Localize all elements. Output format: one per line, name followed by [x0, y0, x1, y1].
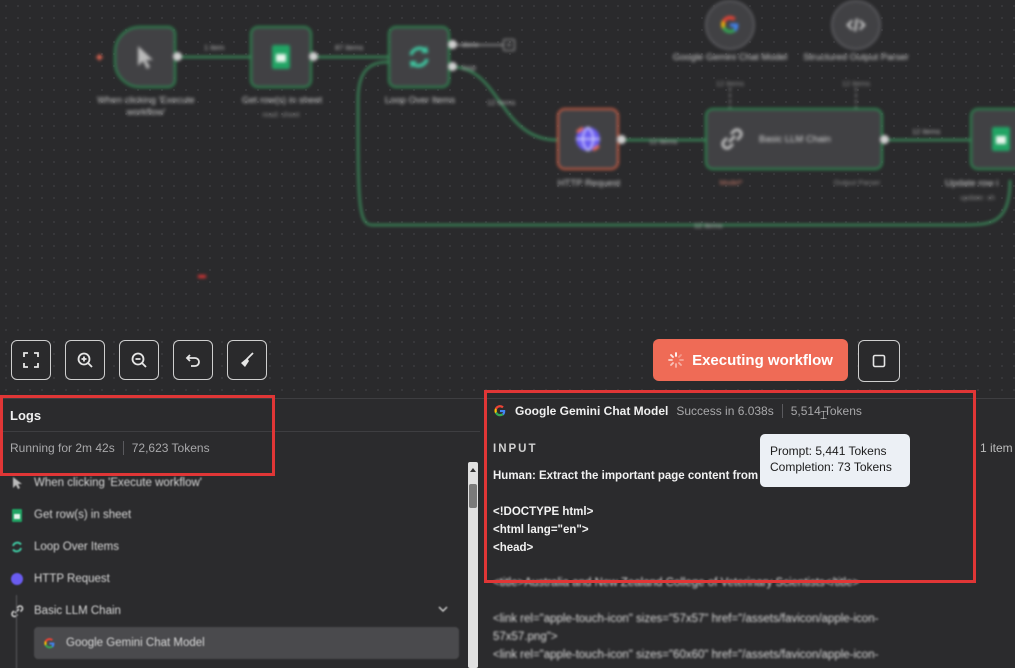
- execute-workflow-label: Executing workflow: [692, 351, 833, 369]
- port: [617, 135, 626, 144]
- execute-workflow-button[interactable]: Executing workflow: [653, 339, 848, 381]
- zoom-in-button[interactable]: [65, 340, 105, 380]
- node-parser-items: 12 items: [841, 79, 871, 88]
- start-marker: ✦: [94, 50, 105, 65]
- edge-label: 12 items: [649, 137, 678, 146]
- log-entry-http[interactable]: HTTP Request: [0, 563, 470, 595]
- stop-execution-button[interactable]: [858, 340, 900, 382]
- port: [448, 62, 457, 71]
- node-gemini-label: Google Gemini Chat Model: [672, 52, 788, 63]
- zoom-out-button[interactable]: [119, 340, 159, 380]
- node-llm-port-parser: Output Parser: [833, 178, 881, 187]
- port: [448, 40, 457, 49]
- node-update-sub: update: sh: [960, 193, 996, 202]
- edge-label: 12 items: [694, 221, 723, 230]
- node-http-label: HTTP Request: [557, 178, 621, 189]
- node-loop[interactable]: [388, 26, 450, 88]
- log-entry-label: HTTP Request: [34, 573, 110, 585]
- broom-icon: [241, 352, 254, 367]
- port: [309, 52, 318, 61]
- workflow-canvas[interactable]: ✦ When clicking 'Execute workflow' Get r…: [0, 0, 1015, 398]
- tree-guide: [16, 595, 17, 668]
- clean-up-button[interactable]: [227, 340, 267, 380]
- zoom-in-icon: [77, 352, 93, 368]
- add-node-icon[interactable]: +: [503, 39, 515, 51]
- undo-button[interactable]: [173, 340, 213, 380]
- node-get-rows-label: Get row(s) in sheet: [241, 95, 323, 106]
- edge-label: 87 items: [335, 43, 364, 52]
- log-entry-label: Basic LLM Chain: [34, 605, 121, 617]
- highlight-box-detail: [484, 390, 976, 583]
- log-entry-label: When clicking 'Execute workflow': [34, 477, 203, 489]
- edge-loop-back: [356, 61, 1011, 226]
- code-line: <link rel="apple-touch-icon" sizes="57x5…: [493, 613, 879, 625]
- workflow-graph: ✦ When clicking 'Execute workflow' Get r…: [0, 0, 1015, 330]
- node-update-row[interactable]: [970, 108, 1015, 170]
- highlight-box-logs: [0, 395, 275, 476]
- code-line: 57x57.png">: [493, 631, 558, 643]
- fit-view-icon: [23, 352, 39, 368]
- edge-label: 12 items: [912, 127, 941, 136]
- link-icon: [10, 604, 24, 618]
- node-loop-label: Loop Over Items: [384, 95, 456, 106]
- code-line: <link rel="apple-touch-icon" sizes="60x6…: [493, 649, 879, 661]
- scroll-thumb[interactable]: [469, 484, 477, 508]
- port: [880, 135, 889, 144]
- zoom-out-icon: [131, 352, 147, 368]
- logs-tree: When clicking 'Execute workflow' Get row…: [0, 467, 470, 668]
- google-sheets-icon: [272, 45, 290, 69]
- stop-icon: [872, 354, 886, 368]
- edge-label: 1 item: [204, 43, 225, 52]
- node-trigger[interactable]: [114, 26, 176, 88]
- log-entry-gemini[interactable]: Google Gemini Chat Model: [34, 627, 459, 659]
- node-http-request[interactable]: [557, 108, 619, 170]
- cursor-icon: [10, 476, 24, 490]
- node-output-parser[interactable]: [831, 0, 881, 50]
- log-entry-label: Loop Over Items: [34, 541, 120, 553]
- node-get-rows-sub: read: sheet: [262, 110, 300, 119]
- google-sheets-icon: [992, 127, 1010, 151]
- marker: [198, 275, 206, 278]
- chevron-down-icon[interactable]: [438, 604, 448, 614]
- log-entry-label: Google Gemini Chat Model: [66, 637, 205, 649]
- input-scrollbar[interactable]: [468, 462, 478, 668]
- node-update-label: Update row i: [945, 178, 999, 189]
- node-gemini-items: 12 items: [715, 79, 745, 88]
- globe-icon: [10, 572, 24, 586]
- log-entry-label: Get row(s) in sheet: [34, 509, 132, 521]
- undo-icon: [185, 354, 200, 367]
- loop-icon: [409, 46, 429, 68]
- node-parser-label: Structured Output Parser: [803, 52, 909, 63]
- log-entry-loop[interactable]: Loop Over Items: [0, 531, 470, 563]
- node-llm-port-model: Model*: [719, 178, 743, 187]
- google-sheets-icon: [10, 508, 24, 522]
- spinner-icon: [668, 352, 684, 368]
- node-basic-llm-chain[interactable]: Basic LLM Chain: [705, 108, 883, 170]
- node-trigger-label: When clicking 'Execute workflow': [97, 95, 195, 118]
- node-get-rows[interactable]: [250, 26, 312, 88]
- port: [173, 52, 182, 61]
- fit-view-button[interactable]: [11, 340, 51, 380]
- log-entry-llm-chain[interactable]: Basic LLM Chain: [0, 595, 470, 627]
- log-entry-get-rows[interactable]: Get row(s) in sheet: [0, 499, 470, 531]
- google-icon: [721, 15, 739, 34]
- cursor-icon: [138, 46, 153, 69]
- globe-icon: [576, 126, 600, 152]
- edge-label: done: [462, 40, 479, 49]
- node-gemini[interactable]: [705, 0, 755, 50]
- node-llm-label: Basic LLM Chain: [759, 133, 831, 145]
- input-content-blurred: <title>Australia and New Zealand College…: [493, 574, 963, 664]
- code-icon: [846, 18, 866, 32]
- edge-label: loop: [462, 63, 477, 72]
- loop-icon: [10, 540, 24, 554]
- google-icon: [42, 636, 56, 650]
- edge-label: 12 items: [487, 98, 516, 107]
- item-count: 1 item: [980, 441, 1013, 455]
- scroll-up-arrow[interactable]: [470, 468, 476, 472]
- link-icon: [721, 128, 743, 150]
